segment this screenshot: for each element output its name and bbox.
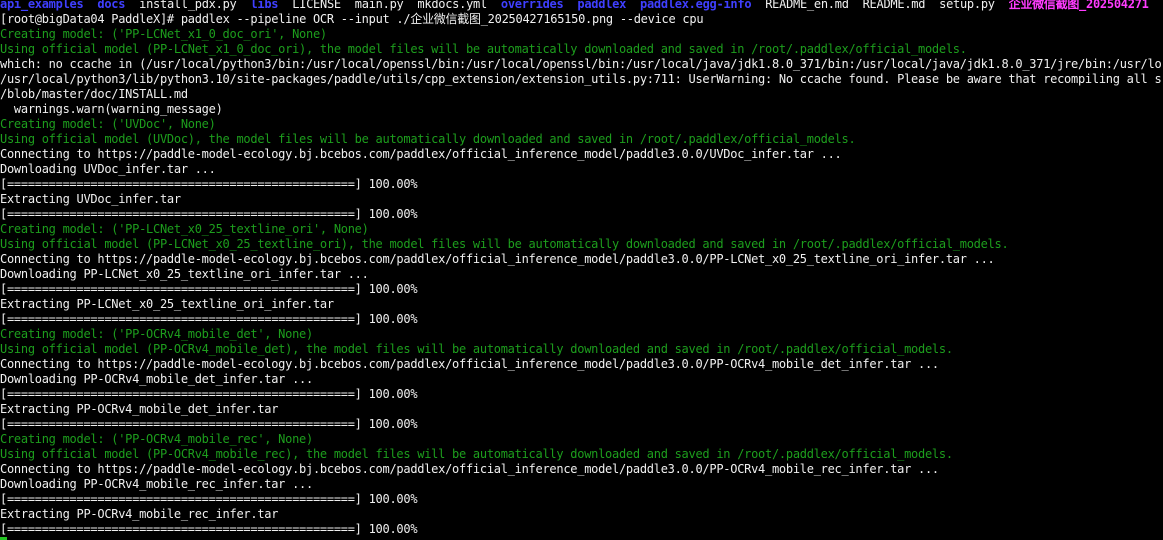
ls-entry-readme: README.md <box>862 0 926 11</box>
downloading-message: Downloading PP-OCRv4_mobile_det_infer.ta… <box>0 372 313 386</box>
official-model-message: Using official model (PP-LCNet_x1_0_doc_… <box>0 42 967 56</box>
creating-model-message: Creating model: ('PP-LCNet_x0_25_textlin… <box>0 222 369 236</box>
ls-entry-mkdocs: mkdocs.yml <box>417 0 487 11</box>
warnings-call-text: warnings.warn(warning_message) <box>0 102 223 116</box>
downloading-message: Downloading UVDoc_infer.tar ... <box>0 162 216 176</box>
command-line: [root@bigData04 PaddleX]# paddlex --pipe… <box>0 12 1163 27</box>
ls-entry-screenshot-png: 企业微信截图_202504271 <box>1008 0 1149 11</box>
downloading-message: Downloading PP-LCNet_x0_25_textline_ori_… <box>0 267 369 281</box>
install-doc-path-text: /blob/master/doc/INSTALL.md <box>0 87 188 101</box>
connecting-message: Connecting to https://paddle-model-ecolo… <box>0 252 995 266</box>
command-text: paddlex --pipeline OCR --input ./企业微信截图_… <box>180 12 704 26</box>
creating-model-message: Creating model: ('UVDoc', None) <box>0 117 216 131</box>
ls-output-line: api_examples docs install_pdx.py libs LI… <box>0 0 1163 12</box>
ls-entry-docs: docs <box>97 0 126 11</box>
extract-progress-bar: [=======================================… <box>0 312 418 326</box>
download-progress-bar: [=======================================… <box>0 177 418 191</box>
ls-entry-license: LICENSE <box>292 0 341 11</box>
download-progress-bar: [=======================================… <box>0 492 418 506</box>
ls-entry-install-pdx: install_pdx.py <box>139 0 237 11</box>
download-progress-bar: [=======================================… <box>0 282 418 296</box>
creating-model-message: Creating model: ('PP-LCNet_x1_0_doc_ori'… <box>0 27 327 41</box>
extracting-message: Extracting PP-OCRv4_mobile_rec_infer.tar <box>0 507 279 521</box>
creating-model-message: Creating model: ('PP-OCRv4_mobile_det', … <box>0 327 313 341</box>
shell-prompt: [root@bigData04 PaddleX]# <box>0 12 174 26</box>
official-model-message: Using official model (PP-OCRv4_mobile_de… <box>0 342 953 356</box>
extract-progress-bar: [=======================================… <box>0 417 418 431</box>
creating-model-message: Creating model: ('PP-OCRv4_mobile_rec', … <box>0 432 313 446</box>
ls-entry-libs: libs <box>250 0 279 11</box>
terminal-window[interactable]: api_examples docs install_pdx.py libs LI… <box>0 0 1163 540</box>
official-model-message: Using official model (PP-OCRv4_mobile_re… <box>0 447 953 461</box>
ls-entry-setup: setup.py <box>939 0 995 11</box>
extract-progress-bar: [=======================================… <box>0 522 418 536</box>
ls-entry-paddlex-egg-info: paddlex.egg-info <box>640 0 752 11</box>
terminal-scrollback: api_examples docs install_pdx.py libs LI… <box>0 0 1163 537</box>
official-model-message: Using official model (PP-LCNet_x0_25_tex… <box>0 237 1009 251</box>
ls-entry-readme-en: README_en.md <box>765 0 849 11</box>
extracting-message: Extracting PP-OCRv4_mobile_det_infer.tar <box>0 402 279 416</box>
download-progress-bar: [=======================================… <box>0 387 418 401</box>
ls-entry-overrides: overrides <box>500 0 564 11</box>
connecting-message: Connecting to https://paddle-model-ecolo… <box>0 357 939 371</box>
extract-progress-bar: [=======================================… <box>0 207 418 221</box>
official-model-message: Using official model (UVDoc), the model … <box>0 132 856 146</box>
connecting-message: Connecting to https://paddle-model-ecolo… <box>0 462 939 476</box>
ls-entry-paddlex: paddlex <box>577 0 627 11</box>
downloading-message: Downloading PP-OCRv4_mobile_rec_infer.ta… <box>0 477 313 491</box>
extracting-message: Extracting UVDoc_infer.tar <box>0 192 181 206</box>
ls-entry-api-examples: api_examples <box>0 0 84 11</box>
ccache-path-message: which: no ccache in (/usr/local/python3/… <box>0 57 1162 71</box>
ccache-warning-message: /usr/local/python3/lib/python3.10/site-p… <box>0 72 1162 86</box>
ls-entry-main: main.py <box>354 0 404 11</box>
connecting-message: Connecting to https://paddle-model-ecolo… <box>0 147 842 161</box>
extracting-message: Extracting PP-LCNet_x0_25_textline_ori_i… <box>0 297 334 311</box>
